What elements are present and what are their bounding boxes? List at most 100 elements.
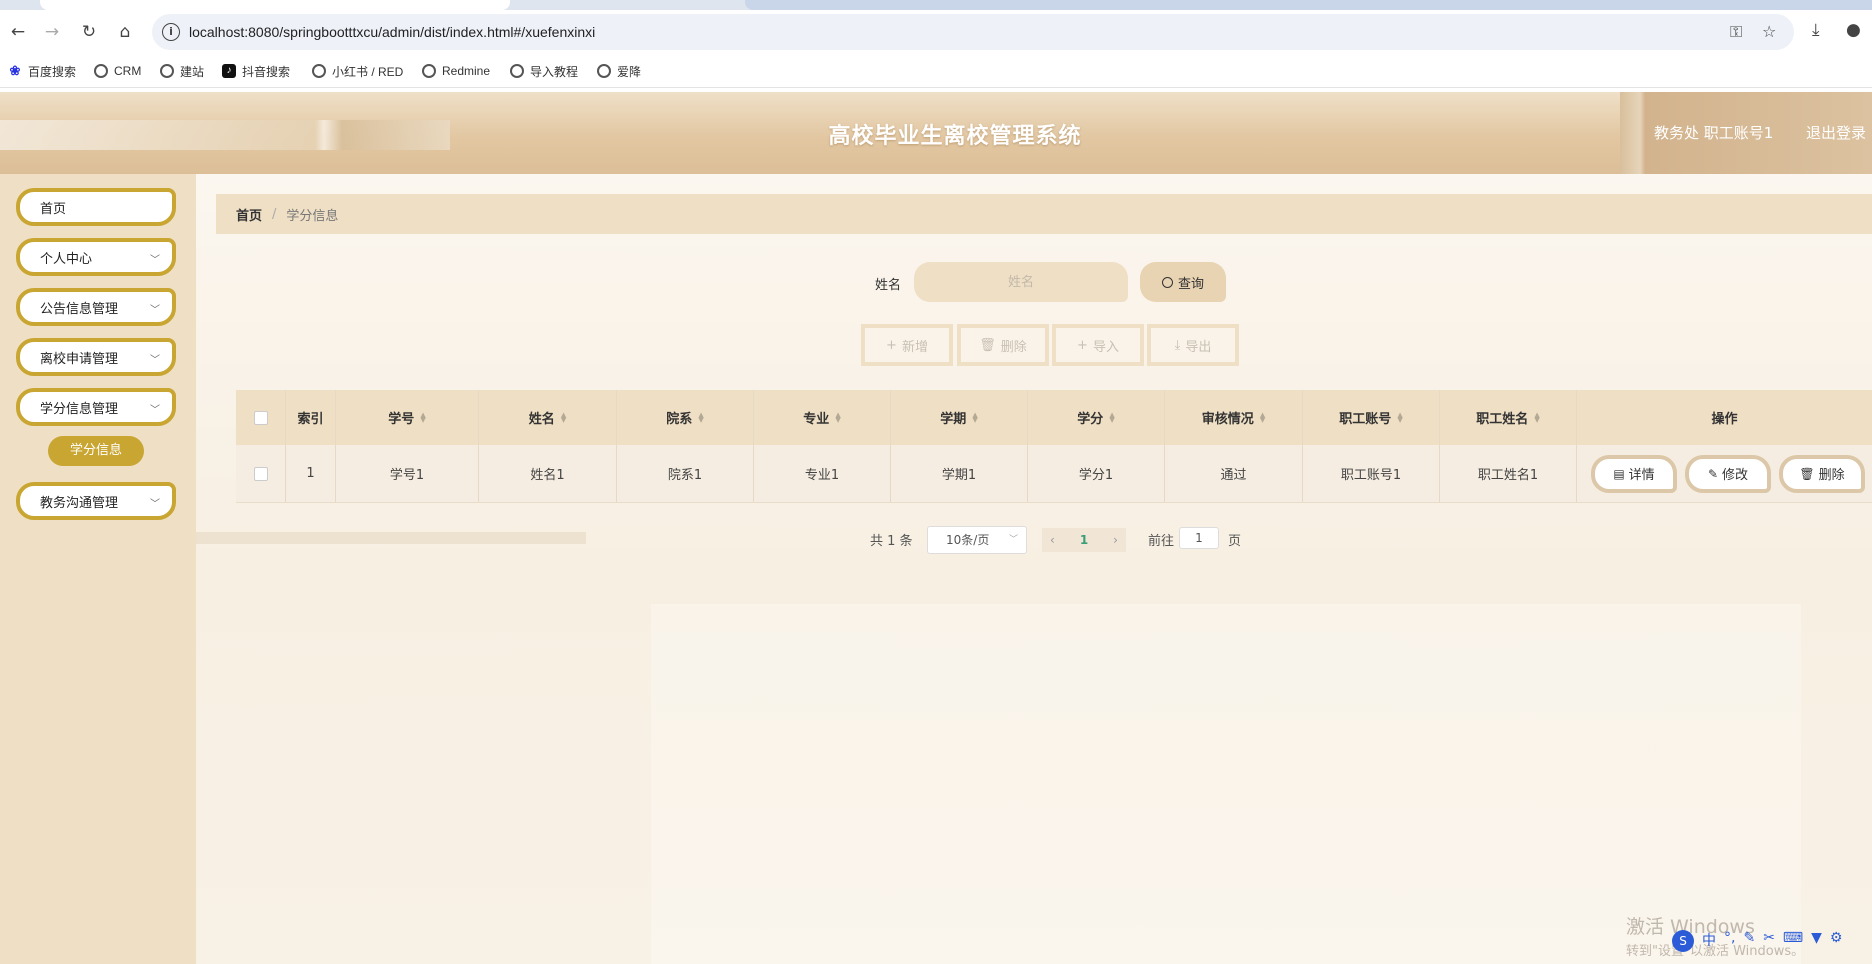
cell-staff-name: 职工姓名1 [1440, 445, 1577, 502]
cell-department: 院系1 [617, 445, 754, 502]
ime-keyboard-icon[interactable]: ⌨ [1783, 930, 1803, 952]
bookmark-item[interactable]: ❀ 百度搜索 [8, 62, 76, 80]
sort-icon[interactable]: ▲ ▼ [420, 411, 425, 423]
goto-page-input[interactable]: 1 [1179, 527, 1219, 549]
column-header[interactable]: 学期 ▲ ▼ [891, 390, 1028, 445]
add-button[interactable]: + 新增 [861, 324, 953, 366]
url-text[interactable]: localhost:8080/springbootttxcu/admin/dis… [189, 14, 595, 50]
inactive-tab[interactable] [745, 0, 1872, 10]
key-icon[interactable]: ⚿ [1730, 22, 1742, 42]
sort-icon[interactable]: ▲ ▼ [1109, 411, 1114, 423]
document-icon: ▤ [1613, 466, 1625, 481]
batch-delete-button[interactable]: 🗑︎ 删除 [957, 324, 1049, 366]
back-icon[interactable]: ← [6, 20, 30, 44]
sort-icon[interactable]: ▲ ▼ [698, 411, 703, 423]
bookmark-item[interactable]: 小红书 / RED [312, 62, 403, 80]
profile-icon[interactable]: ● [1846, 20, 1861, 40]
address-bar[interactable]: i localhost:8080/springbootttxcu/admin/d… [152, 14, 1794, 50]
cell-review-status: 通过 [1165, 445, 1303, 502]
chevron-down-icon: ﹀ [1008, 535, 1018, 545]
bookmark-item[interactable]: 爱降 [597, 62, 641, 80]
trash-icon: 🗑︎ [979, 337, 996, 353]
search-icon [1161, 276, 1173, 288]
export-button[interactable]: ⤓ 导出 [1147, 324, 1239, 366]
sidebar-item-credit-management[interactable]: 学分信息管理 ﹀ [16, 388, 176, 426]
chevron-down-icon: ﹀ [150, 499, 160, 510]
cell-major: 专业1 [754, 445, 891, 502]
app-title: 高校毕业生离校管理系统 [828, 124, 1082, 149]
sort-icon[interactable]: ▲ ▼ [561, 411, 566, 423]
sidebar-item-notice-management[interactable]: 公告信息管理 ﹀ [16, 288, 176, 326]
column-header[interactable]: 职工账号 ▲ ▼ [1303, 390, 1440, 445]
logout-link[interactable]: 退出登录 [1806, 122, 1866, 143]
column-header: 操作 [1711, 412, 1738, 427]
sort-icon[interactable]: ▲ ▼ [1397, 411, 1402, 423]
page-number[interactable]: 1 [1080, 533, 1088, 547]
edit-button[interactable]: ✎ 修改 [1685, 454, 1771, 493]
column-header[interactable]: 专业 ▲ ▼ [754, 390, 891, 445]
ime-logo-icon[interactable]: S [1672, 930, 1694, 952]
ime-punctuation-icon[interactable]: °, [1724, 930, 1735, 952]
sidebar-item-personal-center[interactable]: 个人中心 ﹀ [16, 238, 176, 276]
bookmark-item[interactable]: ♪ 抖音搜索 [222, 62, 290, 80]
browser-toolbar: ← → ↻ ⌂ i localhost:8080/springbootttxcu… [0, 10, 1872, 54]
edit-icon: ✎ [1707, 466, 1719, 481]
column-header[interactable]: 职工姓名 ▲ ▼ [1440, 390, 1577, 445]
site-info-icon[interactable]: i [162, 23, 180, 41]
ime-chinese-icon[interactable]: 中 [1702, 930, 1716, 952]
main-content: 首页 / 学分信息 姓名 查询 +新增 🗑︎删除 +导入 ⤓导出 索引 学号▲▼… [196, 174, 1872, 964]
next-page-icon[interactable]: › [1113, 533, 1118, 547]
breadcrumb-current: 学分信息 [286, 208, 339, 224]
ime-skin-icon[interactable]: ▼ [1811, 930, 1822, 952]
forward-icon[interactable]: → [40, 20, 64, 44]
sidebar-item-home[interactable]: 首页 [16, 188, 176, 226]
page-size-select[interactable]: 10条/页 ﹀ [927, 526, 1027, 554]
trash-icon: 🗑︎ [1799, 466, 1815, 481]
bookmark-item[interactable]: Redmine [422, 62, 490, 80]
bookmarks-bar: ❀ 百度搜索 CRM 建站 ♪ 抖音搜索 小红书 / RED Redmine 导入教… [0, 54, 1872, 88]
column-header[interactable]: 院系 ▲ ▼ [617, 390, 754, 445]
breadcrumb-separator: / [272, 206, 277, 222]
bookmark-item[interactable]: CRM [94, 62, 141, 80]
prev-page-icon[interactable]: ‹ [1050, 533, 1055, 547]
home-icon[interactable]: ⌂ [113, 20, 137, 44]
column-header[interactable]: 学号 ▲ ▼ [336, 390, 479, 445]
column-header[interactable]: 学分 ▲ ▼ [1028, 390, 1165, 445]
globe-icon [312, 64, 326, 78]
query-button[interactable]: 查询 [1140, 262, 1226, 302]
breadcrumb-home[interactable]: 首页 [236, 205, 262, 224]
column-header[interactable]: 审核情况 ▲ ▼ [1165, 390, 1303, 445]
sidebar-item-leave-application[interactable]: 离校申请管理 ﹀ [16, 338, 176, 376]
reload-icon[interactable]: ↻ [77, 20, 101, 44]
download-icon[interactable]: ⤓ [1812, 20, 1820, 40]
cell-name: 姓名1 [479, 445, 617, 502]
active-tab[interactable] [40, 0, 510, 10]
sidebar-subitem-credit-info[interactable]: 学分信息 [48, 436, 144, 466]
tab-strip [0, 0, 1872, 10]
column-header: 索引 [286, 390, 336, 445]
sort-icon[interactable]: ▲ ▼ [835, 411, 840, 423]
table-header: 索引 学号 ▲ ▼ 姓名 ▲ ▼ 院系 ▲ ▼ 专业 ▲ ▼ 学期 ▲ ▼ 学分 ▲ ▼ 审核情况 ▲ ▼ … [236, 390, 1872, 445]
name-search-input[interactable] [914, 262, 1128, 302]
bookmark-item[interactable]: 导入教程 [510, 62, 578, 80]
import-button[interactable]: + 导入 [1052, 324, 1144, 366]
sidebar-item-academic-communication[interactable]: 教务沟通管理 ﹀ [16, 482, 176, 520]
detail-button[interactable]: ▤ 详情 [1591, 454, 1677, 493]
goto-label: 前往 [1148, 534, 1175, 549]
ime-scissors-icon[interactable]: ✂ [1763, 930, 1775, 952]
sort-icon[interactable]: ▲ ▼ [972, 411, 977, 423]
delete-button[interactable]: 🗑︎ 删除 [1779, 454, 1865, 493]
row-checkbox[interactable] [253, 466, 268, 481]
sort-icon[interactable]: ▲ ▼ [1534, 411, 1539, 423]
bookmark-star-icon[interactable]: ☆ [1762, 22, 1776, 41]
column-header[interactable]: 姓名 ▲ ▼ [479, 390, 617, 445]
bookmark-item[interactable]: 建站 [160, 62, 204, 80]
search-label: 姓名 [875, 278, 902, 293]
chevron-up-icon: ﹀ [150, 405, 160, 416]
select-all-checkbox[interactable] [253, 410, 268, 425]
sort-icon[interactable]: ▲ ▼ [1260, 411, 1265, 423]
ime-settings-icon[interactable]: ⚙ [1830, 930, 1843, 952]
globe-icon [422, 64, 436, 78]
globe-icon [160, 64, 174, 78]
ime-pen-icon[interactable]: ✎ [1743, 930, 1755, 952]
